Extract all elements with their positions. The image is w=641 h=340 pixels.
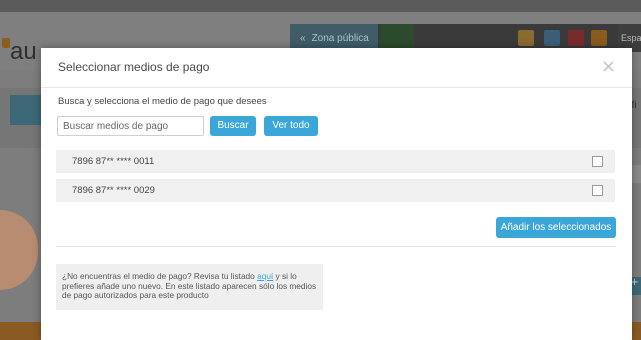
list-link[interactable]: aquí bbox=[257, 271, 273, 281]
instructions-text: Busca y selecciona el medio de pago que … bbox=[58, 96, 267, 107]
divider bbox=[56, 246, 616, 247]
modal-header: Seleccionar medios de pago × bbox=[41, 48, 632, 88]
help-note-text-before: ¿No encuentras el medio de pago? Revisa … bbox=[62, 271, 258, 281]
search-input[interactable] bbox=[57, 116, 204, 136]
twitter-icon bbox=[544, 30, 560, 46]
background-user-button bbox=[10, 95, 44, 125]
payment-method-label: 7896 87** **** 0011 bbox=[72, 156, 155, 167]
payment-method-checkbox[interactable] bbox=[592, 185, 603, 196]
select-payment-modal: Seleccionar medios de pago × Busca y sel… bbox=[41, 48, 632, 340]
payment-method-row[interactable]: 7896 87** **** 0011 bbox=[56, 150, 615, 173]
payment-method-label: 7896 87** **** 0029 bbox=[72, 185, 155, 196]
background-top-bar bbox=[0, 0, 641, 12]
help-note: ¿No encuentras el medio de pago? Revisa … bbox=[56, 264, 323, 310]
background-logo: au bbox=[10, 38, 37, 65]
youtube-icon bbox=[568, 30, 584, 46]
back-arrows-icon: « bbox=[300, 32, 306, 44]
payment-method-checkbox[interactable] bbox=[592, 156, 603, 167]
background-photo bbox=[0, 210, 38, 290]
modal-title: Seleccionar medios de pago bbox=[58, 60, 210, 74]
background-nav-public-label: Zona pública bbox=[311, 32, 369, 44]
search-button[interactable]: Buscar bbox=[210, 116, 256, 136]
logo-mark-icon bbox=[2, 38, 10, 48]
rss-icon bbox=[591, 30, 607, 46]
view-all-button[interactable]: Ver todo bbox=[264, 116, 318, 136]
rss-grid-icon bbox=[518, 30, 534, 46]
add-selected-button[interactable]: Añadir los seleccionados bbox=[496, 217, 616, 238]
close-icon[interactable]: × bbox=[601, 57, 616, 77]
payment-method-row[interactable]: 7896 87** **** 0029 bbox=[56, 179, 615, 202]
